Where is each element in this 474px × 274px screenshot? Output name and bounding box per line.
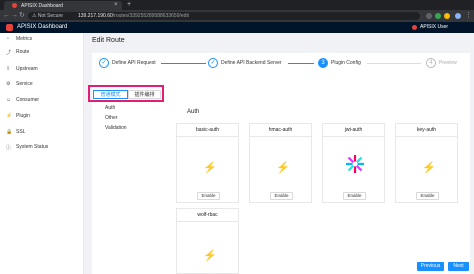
route-edit-card: ✓ Define API Request ✓ Define API Backen… bbox=[88, 53, 470, 274]
section-title: Auth bbox=[187, 109, 200, 115]
plugin-card-jwt-auth: jwt-auth Enable bbox=[322, 123, 385, 203]
user-name[interactable]: APISIX User bbox=[420, 24, 448, 30]
plugin-name: jwt-auth bbox=[344, 127, 363, 133]
step-label: Define API Request bbox=[112, 60, 156, 66]
step-connector bbox=[288, 63, 314, 64]
step-number: 3 bbox=[318, 58, 328, 68]
not-secure-badge[interactable]: ⚠ Not Secure bbox=[32, 13, 63, 19]
plug-icon: ⚡ bbox=[422, 162, 436, 174]
service-icon: ⚙ bbox=[6, 81, 11, 87]
plugin-card-wolf-rbac: wolf-rbac ⚡ bbox=[176, 208, 239, 274]
step-number: 4 bbox=[426, 58, 436, 68]
consumer-icon: ☺ bbox=[6, 97, 12, 103]
plugin-name: basic-auth bbox=[195, 127, 220, 133]
divider bbox=[177, 221, 238, 222]
tab-normal-mode[interactable]: 普通模式 bbox=[93, 90, 128, 99]
plug-icon: ⚡ bbox=[203, 250, 217, 262]
sidebar-item-label: Upstream bbox=[16, 66, 38, 72]
upstream-icon: ⇪ bbox=[6, 66, 11, 72]
previous-button[interactable]: Previous bbox=[417, 262, 444, 271]
sidebar-item-metrics[interactable]: ◔ Metrics bbox=[0, 35, 84, 44]
sidebar-item-ssl[interactable]: 🔒 SSL bbox=[0, 128, 84, 137]
plugin-icon: ⚡ bbox=[6, 113, 13, 119]
plugin-name: key-auth bbox=[416, 127, 437, 133]
plugin-card-hmac-auth: hmac-auth ⚡ Enable bbox=[249, 123, 312, 203]
forward-icon[interactable]: → bbox=[11, 12, 18, 20]
next-button[interactable]: Next bbox=[448, 262, 469, 271]
sidebar-item-upstream[interactable]: ⇪ Upstream bbox=[0, 65, 84, 74]
back-icon[interactable]: ← bbox=[3, 12, 10, 20]
reload-icon[interactable]: ↻ bbox=[19, 12, 25, 20]
sidebar-item-label: Route bbox=[16, 49, 30, 55]
plugin-name: wolf-rbac bbox=[197, 212, 218, 218]
enable-button[interactable]: Enable bbox=[416, 192, 439, 200]
divider bbox=[250, 136, 311, 137]
divider bbox=[177, 136, 238, 137]
sidebar-item-service[interactable]: ⚙ Service bbox=[0, 80, 84, 89]
page-title: Edit Route bbox=[92, 37, 125, 44]
browser-tab-title: APISIX Dashboard bbox=[21, 3, 63, 9]
browser-menu-icon[interactable]: ⋮ bbox=[465, 12, 472, 20]
step-label: Preview bbox=[439, 60, 457, 66]
step-label: Plugin Config bbox=[331, 60, 361, 66]
plugin-card-basic-auth: basic-auth ⚡ Enable bbox=[176, 123, 239, 203]
browser-tab-strip: APISIX Dashboard × + bbox=[0, 0, 474, 10]
main-area: Edit Route ✓ Define API Request ✓ Define… bbox=[84, 33, 474, 274]
browser-tab[interactable]: APISIX Dashboard × bbox=[4, 1, 122, 10]
sidebar: ◔ Metrics ⤴ Route ⇪ Upstream ⚙ Service ☺… bbox=[0, 33, 84, 274]
metrics-icon: ◔ bbox=[6, 36, 10, 42]
sidebar-item-route[interactable]: ⤴ Route bbox=[0, 48, 84, 57]
apisix-logo bbox=[6, 24, 13, 31]
sidebar-item-label: Plugin bbox=[16, 113, 30, 119]
ssl-icon: 🔒 bbox=[6, 129, 13, 135]
step-connector bbox=[367, 63, 421, 64]
mode-tabs-highlight: 普通模式 插件编排 bbox=[88, 85, 164, 102]
check-icon: ✓ bbox=[99, 58, 109, 68]
enable-button[interactable]: Enable bbox=[270, 192, 293, 200]
url-input[interactable]: ⚠ Not Secure 139.217.190.60/routes/33925… bbox=[28, 12, 420, 20]
sidebar-item-system-status[interactable]: ⓘ System Status bbox=[0, 143, 84, 152]
plugin-card-key-auth: key-auth ⚡ Enable bbox=[395, 123, 458, 203]
category-validation[interactable]: Validation bbox=[105, 125, 127, 131]
extension-icon[interactable] bbox=[444, 13, 450, 19]
apisix-favicon-icon bbox=[12, 3, 17, 8]
sidebar-item-plugin[interactable]: ⚡ Plugin bbox=[0, 112, 84, 121]
jwt-logo-icon bbox=[346, 155, 364, 173]
category-other[interactable]: Other bbox=[105, 115, 118, 121]
plugin-name: hmac-auth bbox=[268, 127, 293, 133]
sidebar-item-label: System Status bbox=[16, 144, 49, 150]
divider bbox=[323, 136, 384, 137]
system-status-icon: ⓘ bbox=[6, 145, 12, 151]
route-icon: ⤴ bbox=[6, 50, 12, 56]
address-bar-row: ← → ↻ ⚠ Not Secure 139.217.190.60/routes… bbox=[0, 10, 474, 22]
enable-button[interactable]: Enable bbox=[197, 192, 220, 200]
category-auth[interactable]: Auth bbox=[105, 105, 115, 111]
check-icon: ✓ bbox=[208, 58, 218, 68]
plug-icon: ⚡ bbox=[276, 162, 290, 174]
extension-icon[interactable] bbox=[435, 13, 441, 19]
sidebar-item-label: SSL bbox=[16, 129, 26, 135]
app-title: APISIX Dashboard bbox=[17, 24, 68, 30]
url-text: 139.217.190.60/routes/339255289588633659… bbox=[78, 13, 189, 19]
sidebar-item-label: Metrics bbox=[16, 36, 33, 42]
plug-icon: ⚡ bbox=[203, 162, 217, 174]
new-tab-icon[interactable]: + bbox=[127, 1, 131, 8]
divider bbox=[396, 136, 457, 137]
sidebar-item-consumer[interactable]: ☺ Consumer bbox=[0, 96, 84, 105]
profile-avatar[interactable] bbox=[455, 13, 461, 19]
sidebar-item-label: Service bbox=[16, 81, 33, 87]
sidebar-item-label: Consumer bbox=[16, 97, 40, 103]
step-label: Define API Backend Server bbox=[221, 60, 282, 66]
enable-button[interactable]: Enable bbox=[343, 192, 366, 200]
close-tab-icon[interactable]: × bbox=[114, 2, 118, 8]
step-connector bbox=[161, 63, 206, 64]
extension-icon[interactable] bbox=[426, 13, 432, 19]
user-avatar[interactable] bbox=[412, 25, 417, 30]
app-header: APISIX Dashboard APISIX User bbox=[0, 22, 474, 33]
tab-plugin-orchestration[interactable]: 插件编排 bbox=[128, 90, 161, 99]
